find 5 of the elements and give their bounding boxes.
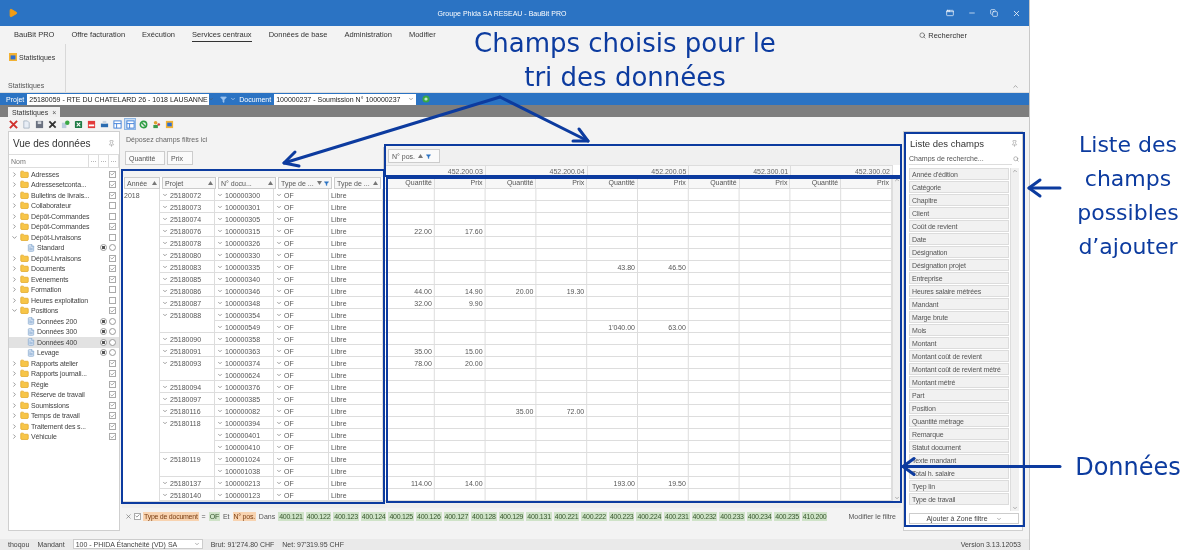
panel-title: Vue des données	[13, 137, 91, 149]
annotation-text: Champs choisis pour le tri des données	[473, 27, 777, 94]
panel-title: Liste des champs	[910, 137, 984, 149]
annotation-text: Données	[1074, 452, 1182, 483]
annotation-text: Liste des champs possibles d’ajouter	[1076, 131, 1180, 261]
